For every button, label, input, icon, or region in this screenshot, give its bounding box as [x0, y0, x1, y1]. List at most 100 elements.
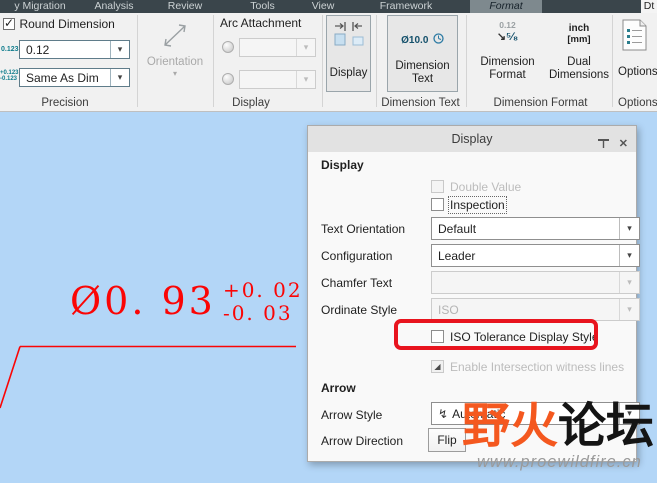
pin-icon[interactable] [597, 133, 610, 159]
group-separator [376, 15, 377, 107]
double-value-label: Double Value [450, 179, 522, 194]
group-separator [322, 15, 323, 107]
checkmark-icon: ✓ [4, 15, 15, 30]
chamfer-text-select: ▾ [431, 271, 640, 294]
decimal-precision-icon: 0.123 [1, 46, 19, 53]
arc-attachment-label: Arc Attachment [220, 16, 302, 30]
arrow-section-heading: Arrow [321, 381, 356, 395]
precision-value: 0.12 [26, 42, 50, 57]
configuration-value: Leader [438, 248, 476, 263]
dimension-text-group-label: Dimension Text [381, 97, 460, 109]
inspection-label: Inspection [448, 195, 507, 214]
panel-title: Display [451, 132, 493, 146]
text-orientation-value: Default [438, 221, 477, 236]
flip-button[interactable]: Flip [428, 428, 466, 452]
chevron-down-icon: ▾ [619, 245, 639, 266]
dual-dimensions-button[interactable]: inch [mm] Dual Dimensions [547, 15, 611, 92]
tab-dt-partial[interactable]: Dt [641, 0, 657, 13]
tab-analysis[interactable]: Analysis [88, 0, 140, 13]
display-section-heading: Display [321, 158, 364, 172]
iso-tolerance-checkbox[interactable]: ISO Tolerance Display Style [431, 328, 599, 346]
precision-value-select[interactable]: 0.12 ▾ [19, 40, 130, 59]
display-button-label: Display [329, 67, 368, 79]
group-separator [213, 15, 214, 107]
chevron-down-icon: ▾ [172, 69, 177, 78]
inspection-checkbox[interactable]: Inspection [431, 195, 507, 214]
tab-migration[interactable]: y Migration [0, 0, 80, 13]
arrow-style-select[interactable]: ↯ Automatic ▾ [431, 402, 640, 425]
app-window: y Migration Analysis Review Tools View F… [0, 0, 657, 483]
iso-tolerance-label: ISO Tolerance Display Style [450, 329, 599, 344]
configuration-label: Configuration [321, 249, 393, 263]
display-toggle-button[interactable]: Display [326, 15, 371, 92]
arrow-se-icon: ↘ [496, 31, 507, 43]
tolerance-lower: -0. 03 [222, 301, 293, 325]
tolerance-precision-icon: +0.123 -0.123 [0, 70, 19, 83]
group-separator [612, 15, 613, 107]
witness-line-display-icon [334, 22, 363, 46]
chevron-down-icon: ▾ [619, 218, 639, 239]
dual-dimensions-icon: inch [mm] [567, 23, 591, 45]
options-list-icon [622, 19, 647, 51]
tolerance-upper: +0. 02 [222, 278, 303, 302]
dimension-format-group-label: Dimension Format [493, 97, 588, 109]
text-orientation-label: Text Orientation [321, 222, 406, 236]
chevron-down-icon: ▾ [110, 41, 129, 58]
dimension-format-icon: 0.12 ↘⁵∕₈ [496, 20, 519, 43]
display-group-label: Display [232, 97, 270, 109]
automatic-arrow-icon: ↯ [438, 406, 449, 421]
diameter-symbol: Ø [70, 279, 105, 323]
configuration-select[interactable]: Leader ▾ [431, 244, 640, 267]
chevron-down-icon: ▾ [619, 299, 639, 320]
close-icon[interactable]: ✕ [619, 131, 628, 157]
arrow-style-label: Arrow Style [321, 408, 383, 422]
checkbox-box [431, 198, 444, 212]
arc-attachment-select-2: ▾ [239, 70, 316, 89]
ribbon-format: ✓ Round Dimension 0.123 0.12 ▾ +0.123 -0… [0, 13, 657, 112]
chevron-down-icon: ▾ [296, 39, 315, 56]
dimension-annotation[interactable]: Ø0. 93 +0. 02 -0. 03 [70, 278, 303, 325]
arc-attachment-radio-2 [222, 73, 234, 85]
chamfer-text-label: Chamfer Text [321, 276, 393, 290]
tab-view[interactable]: View [302, 0, 344, 13]
tab-framework[interactable]: Framework [375, 0, 437, 13]
chevron-down-icon: ▾ [619, 272, 639, 293]
options-button[interactable]: Options [616, 15, 657, 92]
arc-attachment-select-1: ▾ [239, 38, 316, 57]
arrow-style-value: ↯ Automatic [438, 406, 506, 421]
text-orientation-select[interactable]: Default ▾ [431, 217, 640, 240]
options-button-label: Options [618, 66, 657, 78]
checkbox-box [431, 180, 444, 194]
group-separator [466, 15, 467, 107]
ordinate-style-select: ISO ▾ [431, 298, 640, 321]
dual-dimensions-button-label: Dual Dimensions [548, 56, 610, 81]
double-value-checkbox: Double Value [431, 178, 521, 196]
tolerance-precision-select[interactable]: Same As Dim ▾ [19, 68, 130, 87]
chevron-down-icon: ▾ [110, 69, 129, 86]
round-dimension-checkbox[interactable]: ✓ Round Dimension [3, 15, 115, 33]
tab-tools[interactable]: Tools [240, 0, 285, 13]
arc-attachment-radio-1 [222, 41, 234, 53]
checkbox-box: ✓ [3, 15, 15, 30]
arrow-direction-label: Arrow Direction [321, 434, 404, 448]
indeterminate-checkbox-icon: ◢ [431, 360, 444, 374]
dimension-text-button[interactable]: Ø10.0 Dimension Text [387, 15, 458, 92]
orientation-button: Orientation ▾ [142, 15, 208, 93]
tab-review[interactable]: Review [160, 0, 210, 13]
dimension-format-button-label: Dimension Format [480, 56, 535, 81]
ordinate-style-label: Ordinate Style [321, 303, 398, 317]
dimension-format-button[interactable]: 0.12 ↘⁵∕₈ Dimension Format [469, 15, 546, 92]
orientation-label: Orientation [146, 56, 204, 68]
ordinate-style-value: ISO [438, 302, 459, 317]
dimension-text-button-label: Dimension Text [395, 60, 450, 85]
chevron-down-icon: ▾ [619, 403, 639, 424]
chevron-down-icon: ▾ [296, 71, 315, 88]
dimension-text-icon: Ø10.0 [388, 30, 457, 48]
round-dimension-label: Round Dimension [19, 16, 115, 31]
orientation-diagonal-arrow-icon [164, 24, 186, 47]
tab-format[interactable]: Format [470, 0, 542, 13]
checkbox-box [431, 330, 444, 344]
display-panel: Display ✕ Display Double Value Inspectio… [307, 125, 640, 462]
ribbon-tab-bar: y Migration Analysis Review Tools View F… [0, 0, 657, 13]
display-panel-titlebar[interactable]: Display ✕ [308, 126, 636, 152]
